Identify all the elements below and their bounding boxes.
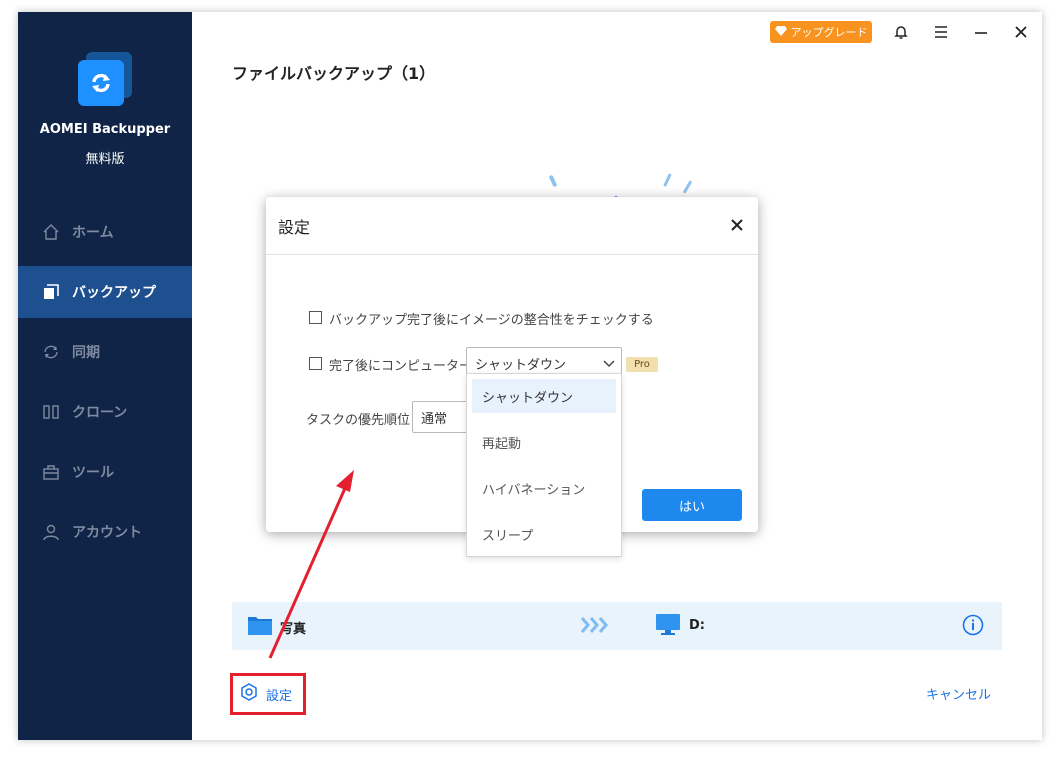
drop-decoration <box>663 173 672 187</box>
dropdown-option-shutdown[interactable]: シャットダウン <box>472 379 616 413</box>
yes-button[interactable]: はい <box>642 489 742 521</box>
sidebar-item-label: 同期 <box>72 345 100 361</box>
home-icon <box>42 223 60 241</box>
highlight-box <box>230 673 306 715</box>
tools-icon <box>42 463 60 481</box>
sidebar-item-clone[interactable]: クローン <box>18 386 192 438</box>
sidebar-item-home[interactable]: ホーム <box>18 206 192 258</box>
menu-icon[interactable] <box>931 22 951 42</box>
sidebar: AOMEI Backupper 無料版 ホーム バックアップ 同期 クローン ツ… <box>18 12 192 740</box>
sidebar-item-account[interactable]: アカウント <box>18 506 192 558</box>
drop-decoration <box>682 180 693 194</box>
diamond-icon <box>774 25 787 39</box>
dropdown-option-hibernate[interactable]: ハイバネーション <box>472 471 616 505</box>
clone-icon <box>42 403 60 421</box>
shutdown-dropdown: シャットダウン 再起動 ハイバネーション スリープ <box>466 373 622 557</box>
arrow-right-icon <box>580 616 612 638</box>
sidebar-item-sync[interactable]: 同期 <box>18 326 192 378</box>
sync-icon <box>42 343 60 361</box>
source-label: 写真 <box>280 622 307 637</box>
priority-label: タスクの優先順位 <box>306 413 411 428</box>
app-logo-icon <box>76 52 134 110</box>
sidebar-item-label: アカウント <box>72 525 142 541</box>
check-image-label: バックアップ完了後にイメージの整合性をチェックする <box>329 313 654 328</box>
destination-label: D: <box>689 618 705 633</box>
sidebar-item-label: バックアップ <box>72 285 156 301</box>
priority-select[interactable]: 通常 <box>412 401 470 433</box>
backup-icon <box>42 283 60 301</box>
pro-badge: Pro <box>626 357 658 372</box>
close-icon[interactable] <box>1011 22 1031 42</box>
upgrade-button[interactable]: アップグレード <box>770 21 872 43</box>
drop-decoration <box>548 174 558 188</box>
cancel-button[interactable]: キャンセル <box>926 684 991 703</box>
sidebar-item-label: ホーム <box>72 225 114 241</box>
bell-icon[interactable] <box>891 22 911 42</box>
dialog-header: 設定 <box>266 197 758 255</box>
page-title: ファイルバックアップ（1） <box>232 64 436 83</box>
sidebar-item-label: クローン <box>72 405 128 421</box>
account-icon <box>42 523 60 541</box>
app-name: AOMEI Backupper <box>39 122 171 137</box>
after-complete-label: 完了後にコンピューターを <box>329 359 486 374</box>
after-complete-value: シャットダウン <box>475 357 567 373</box>
upgrade-label: アップグレード <box>790 26 868 39</box>
chevron-down-icon <box>603 357 615 369</box>
folder-icon <box>248 615 272 639</box>
after-complete-checkbox[interactable] <box>309 357 322 370</box>
check-image-checkbox[interactable] <box>309 311 322 324</box>
close-icon[interactable] <box>728 216 746 234</box>
task-strip: 写真 D: <box>232 602 1002 650</box>
app-edition: 無料版 <box>85 152 125 167</box>
priority-value: 通常 <box>421 411 448 427</box>
sidebar-item-tools[interactable]: ツール <box>18 446 192 498</box>
computer-icon <box>656 614 680 640</box>
minimize-icon[interactable] <box>971 22 991 42</box>
dropdown-option-sleep[interactable]: スリープ <box>472 517 616 551</box>
info-icon[interactable] <box>962 614 984 640</box>
sidebar-item-backup[interactable]: バックアップ <box>18 266 192 318</box>
dialog-title: 設定 <box>278 217 311 237</box>
dropdown-option-restart[interactable]: 再起動 <box>472 425 616 459</box>
sidebar-item-label: ツール <box>72 465 114 481</box>
